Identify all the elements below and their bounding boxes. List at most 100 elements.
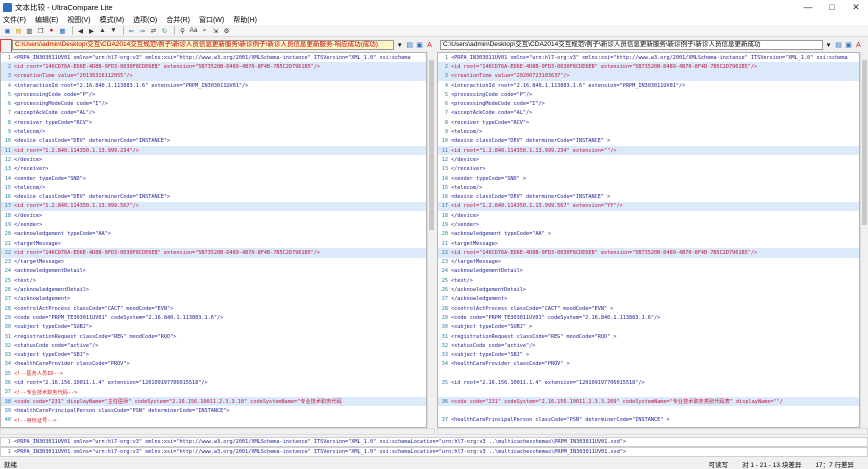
code-line[interactable]: 1 <PRPA_IN303011UV01 xmlns="urn:hl7-org:v…	[438, 53, 859, 62]
code-line[interactable]: 38 <code code="231" displayName="主任医师" c…	[1, 396, 426, 407]
code-line[interactable]: 17 <id root="1.2.840.114350.1.13.999.567…	[438, 201, 859, 212]
code-line[interactable]: 7 <acceptAckCode code="AL"/>	[1, 109, 426, 118]
code-line[interactable]: 26 </acknowledgementDetail>	[1, 285, 426, 294]
code-line[interactable]: 2 <id root="146CD76A-ED6E-4D8B-9FD3-0030…	[438, 62, 859, 72]
code-line[interactable]: 5 <processingCode code="P"/>	[1, 90, 426, 99]
code-line[interactable]: 30 <subject typeCode="SUBJ" >	[438, 323, 859, 332]
red-dot-icon[interactable]: ●	[47, 26, 56, 35]
maximize-button[interactable]: □	[820, 0, 844, 14]
code-line[interactable]: 14 <sender typeCode="SND" >	[438, 174, 859, 183]
code-line[interactable]: 21 <targetMessage>	[1, 239, 426, 248]
close-button[interactable]: ✕	[844, 0, 868, 14]
merge-left-icon[interactable]: ⇐	[127, 26, 136, 35]
next-diff-icon[interactable]: ▼	[109, 26, 118, 35]
code-line[interactable]	[438, 369, 859, 378]
code-line[interactable]: 35 <id root="2.16.156.10011.1.4" extensi…	[438, 378, 859, 387]
code-line[interactable]: 12 </device>	[1, 155, 426, 164]
refresh-icon[interactable]: ↻	[160, 26, 169, 35]
code-line[interactable]: 1 <PRPA_IN303011UV01 xmlns="urn:hl7-org:v…	[1, 53, 426, 62]
code-line[interactable]: 3 <creationTime value="20200723103637"/>	[438, 71, 859, 81]
menu-view[interactable]: 视图(V)	[67, 15, 90, 25]
left-vertical-scrollbar[interactable]	[427, 52, 435, 428]
code-line[interactable]: 16 <device classCode="DEV" determinerCod…	[438, 192, 859, 201]
right-save-icon[interactable]: ▣	[844, 40, 853, 50]
code-line[interactable]: 6 <processingModeCode code="I"/>	[1, 99, 426, 108]
code-line[interactable]: 8 <receiver typeCode="RCV">	[438, 118, 859, 127]
menu-options[interactable]: 选项(O)	[133, 15, 157, 25]
left-dropdown-icon[interactable]: ▾	[395, 40, 404, 50]
recent-icon[interactable]: ▥	[25, 26, 34, 35]
code-line[interactable]: 34 <healthCareProvider classCode="PROV">	[1, 360, 426, 369]
code-line[interactable]: 21 <targetMessage>	[438, 239, 859, 248]
code-line[interactable]	[438, 406, 859, 415]
code-line[interactable]: 23 </targetMessage>	[1, 258, 426, 267]
left-path-input[interactable]: C:\Users\admin\Desktop\交互\CDA2014交互规范\例子…	[12, 40, 395, 50]
code-line[interactable]: 37 <!--专业技术职务代码-->	[1, 388, 426, 397]
menu-mode[interactable]: 模式(M)	[100, 15, 125, 25]
code-line[interactable]: 34 <healthCareProvider classCode="PROV" …	[438, 360, 859, 369]
right-dropdown-icon[interactable]: ▾	[824, 40, 833, 50]
right-horizontal-scrollbar[interactable]	[437, 428, 868, 435]
code-line[interactable]: 33 <subject typeCode="SBJ">	[1, 351, 426, 360]
code-line[interactable]: 33 <subject typeCode="SBJ" >	[438, 351, 859, 360]
code-line[interactable]: 4 <interactionId root="2.16.840.1.113883…	[1, 81, 426, 90]
code-line[interactable]: 25 <text/>	[1, 276, 426, 285]
find-next-icon[interactable]: ⇲	[211, 26, 220, 35]
save-icon[interactable]: ▣	[3, 26, 12, 35]
diff-icon[interactable]: ▦	[58, 26, 67, 35]
code-line[interactable]: 20 <acknowledgement typeCode="AA" >	[438, 230, 859, 239]
code-line[interactable]: 3 <creationTime value="20130316112055"/>	[1, 71, 426, 81]
left-scroll-thumb[interactable]	[429, 60, 434, 230]
code-line[interactable]: 20 <acknowledgement typeCode="AA">	[1, 230, 426, 239]
menu-edit[interactable]: 编辑(E)	[35, 15, 58, 25]
left-save-icon[interactable]: ▣	[415, 40, 424, 50]
code-line[interactable]: 14 <sender typeCode="SND">	[1, 174, 426, 183]
code-line[interactable]: 19 </sender>	[1, 220, 426, 229]
right-vertical-scrollbar[interactable]	[860, 52, 868, 428]
code-line[interactable]: 22 <id root="146CD76A-ED6E-4D8B-9FD3-003…	[438, 248, 859, 258]
prev-diff-icon[interactable]: ▲	[98, 26, 107, 35]
code-line[interactable]: 4 <interactionId root="2.16.840.1.113883…	[438, 81, 859, 90]
code-line[interactable]: 10 <device classCode="DEV" determinerCod…	[438, 137, 859, 146]
copy-icon[interactable]: ❐	[36, 26, 45, 35]
left-font-icon[interactable]: A	[425, 40, 434, 50]
settings-icon[interactable]: ⚙	[222, 26, 231, 35]
menu-help[interactable]: 帮助(H)	[233, 15, 257, 25]
code-line[interactable]: 11 <id root="1.2.840.114350.1.13.999.234…	[438, 145, 859, 156]
minimize-button[interactable]: —	[796, 0, 820, 14]
code-line[interactable]: 39 <healthCarePrincipalPerson classCode=…	[1, 406, 426, 415]
code-line[interactable]: 13 </receiver>	[438, 165, 859, 174]
code-line[interactable]: 29 <code code="PRPM_TE303011UV01" codeSy…	[1, 313, 426, 322]
code-line[interactable]: 28 <controlActProcess classCode="CACT" m…	[1, 304, 426, 313]
code-line[interactable]: 9 <telecom/>	[438, 127, 859, 136]
code-line[interactable]: 32 <statusCode code="active"/>	[1, 341, 426, 350]
code-line[interactable]: 24 <acknowledgementDetail>	[438, 267, 859, 276]
code-line[interactable]: 19 </sender>	[438, 220, 859, 229]
code-line[interactable]: 17 <id root="1.2.840.114350.1.13.999.567…	[1, 201, 426, 212]
back-icon[interactable]: ◀	[76, 26, 85, 35]
code-line[interactable]: 13 </receiver>	[1, 165, 426, 174]
code-line[interactable]: 27 </acknowledgement>	[438, 295, 859, 304]
code-line[interactable]	[438, 388, 859, 397]
code-line[interactable]: 30 <subject typeCode="SUBJ">	[1, 323, 426, 332]
code-line[interactable]: 8 <receiver typeCode="RCV">	[1, 118, 426, 127]
filter-icon[interactable]: ⚲	[178, 26, 187, 35]
code-line[interactable]: 36 <code code="231" codeSystem="2.16.156…	[438, 396, 859, 407]
code-line[interactable]: 27 </acknowledgement>	[1, 295, 426, 304]
right-font-icon[interactable]: A	[854, 40, 863, 50]
code-line[interactable]: 31 <registrationRequest classCode="REG" …	[1, 332, 426, 341]
menu-window[interactable]: 窗口(W)	[199, 15, 224, 25]
code-line[interactable]: 11 <id root="1.2.840.114350.1.13.999.234…	[1, 145, 426, 156]
swap-icon[interactable]: ⇄	[149, 26, 158, 35]
code-line[interactable]: 9 <telecom/>	[1, 127, 426, 136]
left-browse-icon[interactable]: ▤	[405, 40, 414, 50]
code-line[interactable]: 10 <device classCode="DEV" determinerCod…	[1, 137, 426, 146]
search-icon[interactable]: ⌕	[200, 26, 209, 35]
code-line[interactable]: 31 <registrationRequest classCode="REG" …	[438, 332, 859, 341]
right-scroll-thumb[interactable]	[862, 60, 867, 225]
code-line[interactable]: 23 </targetMessage>	[438, 258, 859, 267]
open-icon[interactable]: ▤	[14, 26, 23, 35]
right-path-input[interactable]: C:\Users\admin\Desktop\交互\CDA2014交互规范\例子…	[440, 40, 823, 50]
right-browse-icon[interactable]: ▤	[834, 40, 843, 50]
code-line[interactable]: 18 </device>	[438, 211, 859, 220]
